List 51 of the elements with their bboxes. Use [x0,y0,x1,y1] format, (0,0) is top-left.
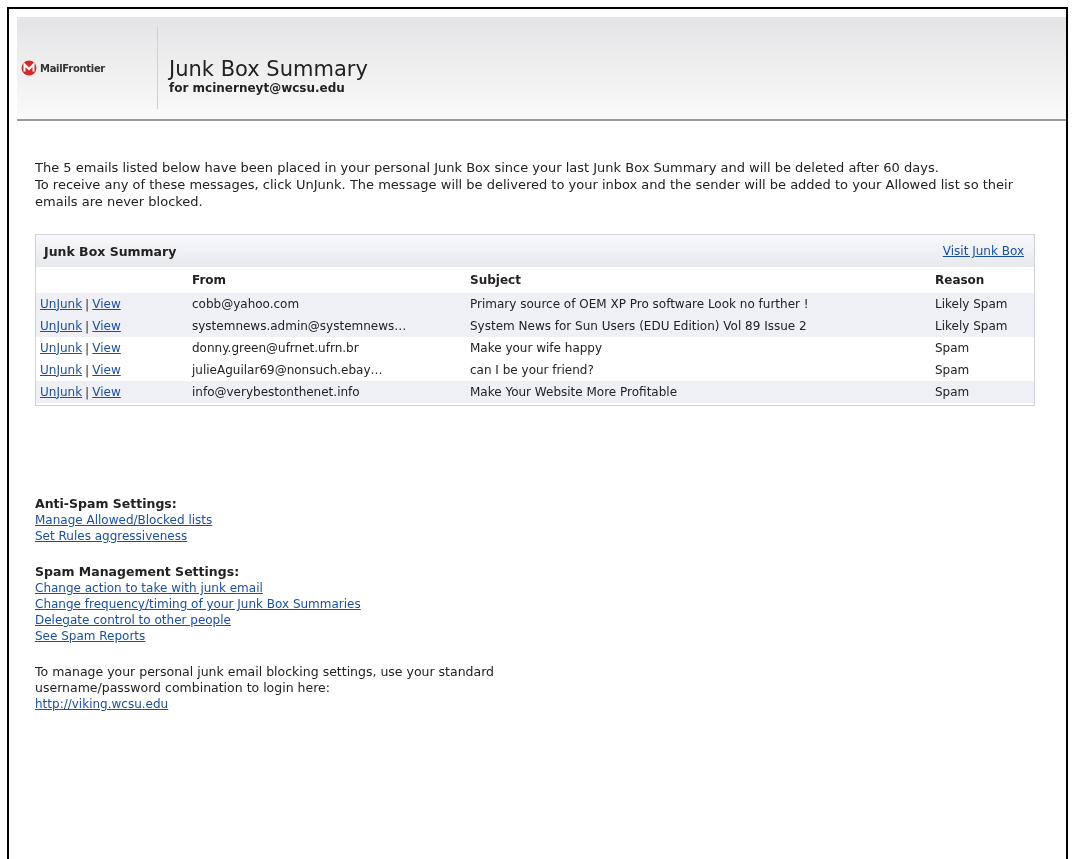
view-link[interactable]: View [92,318,121,334]
page-subtitle: for mcinerneyt@wcsu.edu [169,81,346,95]
page-title: Junk Box Summary [169,57,368,81]
table-cell-text: donny.green@ufrnet.ufrn.br [192,341,360,355]
table-cell-text: Spam [935,341,971,355]
unjunk-link[interactable]: UnJunk [40,296,83,312]
logo-icon [21,60,37,76]
table-cell-text: System News for Sun Users (EDU Edition) Vol 89 Issue 2 [470,319,808,333]
table-cell-text: Make Your Website More Profitable [470,385,679,399]
table-cell-text: Spam [935,363,971,377]
table-cell-text: Likely Spam [935,319,1009,333]
settings-link[interactable]: See Spam Reports [35,628,146,644]
table-cell-text: Make your wife happy [470,341,604,355]
logo-text: MailFrontier [40,62,105,74]
table-cell-text: info@verybestonthenet.info [192,385,361,399]
table-cell-text: julieAguilar69@nonsuch.ebay… [192,363,384,377]
table-cell-text: Primary source of OEM XP Pro software Look no further ! [470,297,810,311]
table-title: Junk Box Summary [44,243,177,259]
view-link[interactable]: View [92,384,121,400]
column-header: From [192,273,228,287]
link-separator: | [85,362,90,378]
login-instructions: To manage your personal junk email blocking settings, use your standard username/password combination to login here: [35,664,496,696]
unjunk-link[interactable]: UnJunk [40,318,83,334]
visit-junk-box-link[interactable]: Visit Junk Box [942,244,1024,258]
table-cell-text: can I be your friend? [470,363,595,377]
settings-link[interactable]: Change action to take with junk email [35,580,263,596]
link-separator: | [85,296,90,312]
settings-link[interactable]: Manage Allowed/Blocked lists [35,512,213,528]
link-separator: | [85,340,90,356]
table-cell-text: Spam [935,385,971,399]
settings-heading: Spam Management Settings: [35,564,241,580]
view-link[interactable]: View [92,362,121,378]
table-cell-text: systemnews.admin@systemnews… [192,319,408,333]
settings-heading: Anti-Spam Settings: [35,496,178,512]
settings-link[interactable]: Change frequency/timing of your Junk Box Summaries [35,596,361,612]
settings-link[interactable]: Set Rules aggressiveness [35,528,188,544]
settings-link[interactable]: Delegate control to other people [35,612,231,628]
table-cell-text: cobb@yahoo.com [192,297,301,311]
intro-paragraph: To receive any of these messages, click UnJunk. The message will be delivered to your inbox and the sender will be added to your Allowed list so their emails are never blocked. [35,176,1014,210]
view-link[interactable]: View [92,340,121,356]
table-cell-text: Likely Spam [935,297,1009,311]
intro-paragraph: The 5 emails listed below have been placed in your personal Junk Box since your last Junk Box Summary and will be deleted after 60 days. [35,159,940,176]
login-link[interactable]: http://viking.wcsu.edu [35,696,169,712]
link-separator: | [85,318,90,334]
column-header: Reason [935,273,986,287]
unjunk-link[interactable]: UnJunk [40,362,83,378]
unjunk-link[interactable]: UnJunk [40,340,83,356]
unjunk-link[interactable]: UnJunk [40,384,83,400]
column-header: Subject [470,273,522,287]
link-separator: | [85,384,90,400]
view-link[interactable]: View [92,296,121,312]
